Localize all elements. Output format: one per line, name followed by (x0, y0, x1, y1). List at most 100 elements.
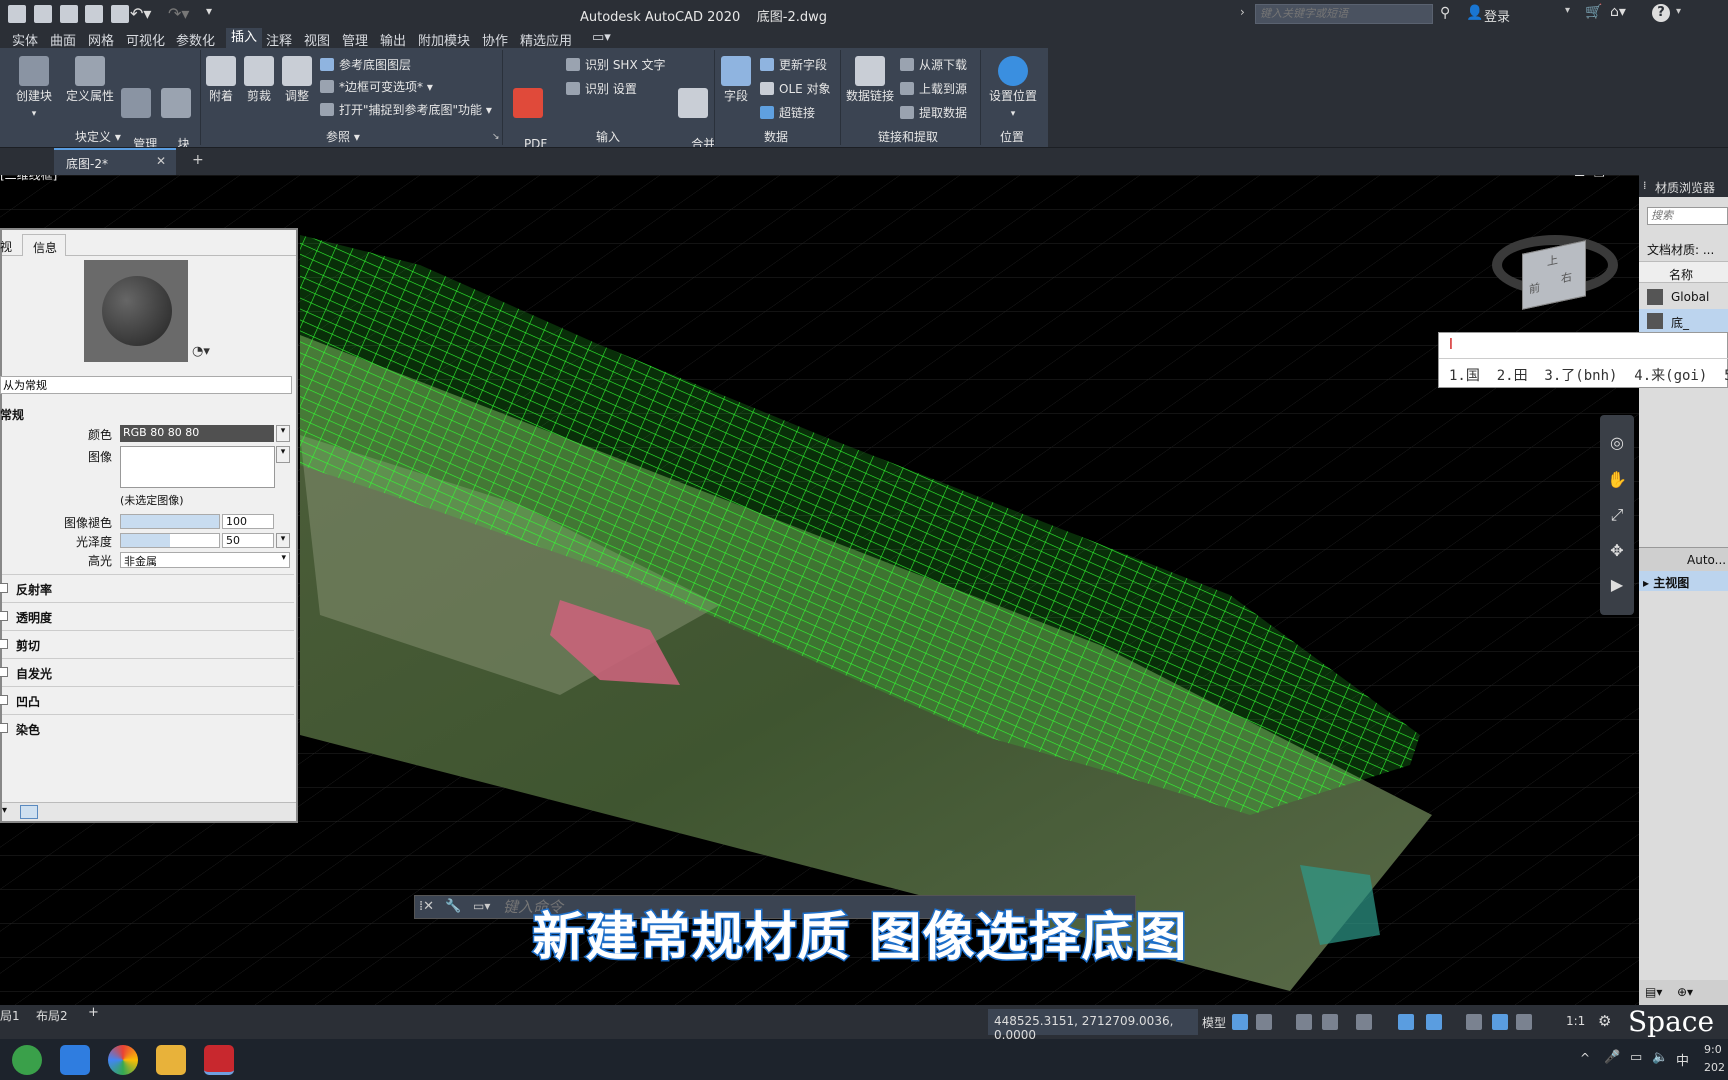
dialog-launcher-icon[interactable]: ↘ (492, 132, 500, 142)
coordinates-readout[interactable]: 448525.3151, 2712709.0036, 0.0000 (988, 1009, 1198, 1042)
checkbox[interactable] (0, 611, 8, 621)
underlay-layers-button[interactable]: 参考底图图层 (320, 56, 411, 73)
new-tab-icon[interactable]: + (192, 152, 204, 168)
gloss-value[interactable]: 50 (222, 533, 274, 548)
mic-icon[interactable]: 🎤 (1604, 1050, 1620, 1065)
ribbon-tab-6[interactable]: 注释 (266, 30, 292, 49)
cart-icon[interactable]: 🛒 (1585, 4, 1602, 20)
ribbon-tab-11[interactable]: 协作 (482, 30, 508, 49)
auto-scale-icon[interactable] (1516, 1014, 1532, 1030)
checkbox[interactable] (0, 639, 8, 649)
autodesk-a360-icon[interactable]: ⌂▾ (1610, 4, 1626, 20)
wrench-icon[interactable]: 🔧 (445, 899, 461, 914)
annotation-scale[interactable]: 1:1 (1566, 1014, 1585, 1028)
ribbon-tab-10[interactable]: 附加模块 (418, 30, 470, 49)
zoom-extents-icon[interactable]: ⤢ (1602, 505, 1632, 529)
document-materials-dropdown[interactable]: 文档材质: ... (1647, 241, 1714, 258)
set-location-button[interactable]: 设置位置 ▾ (984, 56, 1042, 122)
pan-icon[interactable]: ✋ (1602, 470, 1632, 494)
search-input[interactable] (1255, 4, 1433, 24)
download-source-button[interactable]: 从源下载 (900, 56, 967, 73)
binoculars-icon[interactable]: ⚲ (1440, 5, 1450, 21)
preview-options-icon[interactable]: ◔▾ (192, 344, 210, 359)
volume-icon[interactable]: 🔈 (1652, 1050, 1668, 1065)
reference-panel-label[interactable]: 参照 ▾ (326, 128, 360, 145)
undo-icon[interactable]: ↶▾ (130, 4, 151, 23)
tray-chevron-icon[interactable]: ^ (1580, 1051, 1590, 1065)
ribbon-tab-1[interactable]: 曲面 (50, 30, 76, 49)
command-history-icon[interactable]: ▭▾ (473, 899, 490, 913)
object-snap-tracking-icon[interactable] (1398, 1014, 1414, 1030)
material-options-icon[interactable]: ⊕▾ (1677, 985, 1693, 999)
add-layout-icon[interactable]: + (88, 1005, 99, 1020)
network-icon[interactable]: ▭ (1630, 1050, 1642, 1065)
tray-time[interactable]: 9:0 (1704, 1043, 1722, 1056)
polar-tracking-icon[interactable] (1322, 1014, 1338, 1030)
material-list-header[interactable]: 名称 (1639, 261, 1728, 283)
section-tint[interactable]: 染色 (0, 714, 294, 742)
recognize-shx-button[interactable]: 识别 SHX 文字 (566, 56, 666, 73)
create-block-button[interactable]: 创建块 ▾ (12, 56, 56, 122)
attach-button[interactable]: 附着 (204, 56, 238, 104)
checkbox[interactable] (0, 583, 8, 593)
close-icon[interactable]: ✕ (156, 154, 166, 168)
extract-data-button[interactable]: 提取数据 (900, 104, 967, 121)
user-icon[interactable]: 👤 (1466, 5, 1483, 21)
home-tree-item[interactable]: ▸ 主视图 (1639, 571, 1728, 591)
create-material-icon[interactable]: ▤▾ (1645, 985, 1662, 999)
material-name-field[interactable] (0, 376, 292, 394)
help-icon[interactable]: ? (1652, 4, 1670, 22)
snap-mode-icon[interactable] (1256, 1014, 1272, 1030)
orbit-icon[interactable]: ✥ (1602, 541, 1632, 565)
frame-variable-dropdown[interactable]: *边框可变选项* ▾ (320, 78, 433, 95)
app-blue-icon[interactable] (60, 1045, 90, 1075)
chevron-right-icon[interactable]: › (1240, 5, 1245, 19)
gloss-dropdown-icon[interactable]: ▾ (276, 533, 290, 548)
snap-underlay-dropdown[interactable]: 打开"捕捉到参考底图"功能 ▾ (320, 101, 492, 118)
showmotion-icon[interactable]: ▶ (1602, 575, 1632, 599)
save-icon[interactable] (33, 5, 52, 23)
material-browser-toggle-icon[interactable] (20, 805, 38, 819)
file-explorer-icon[interactable] (156, 1045, 186, 1075)
checkbox[interactable] (0, 695, 8, 705)
color-dropdown-icon[interactable]: ▾ (276, 425, 290, 442)
image-fade-slider[interactable] (120, 514, 220, 529)
ribbon-tab-5[interactable]: 插入 (226, 28, 263, 48)
ribbon-tab-9[interactable]: 输出 (380, 30, 406, 49)
upload-source-button[interactable]: 上载到源 (900, 80, 967, 97)
ribbon-tab-0[interactable]: 实体 (12, 30, 38, 49)
app-green-icon[interactable] (12, 1045, 42, 1075)
ribbon-tab-4[interactable]: 参数化 (176, 30, 215, 49)
auto-dropdown[interactable]: Auto... (1687, 553, 1726, 567)
ribbon-tab-7[interactable]: 视图 (304, 30, 330, 49)
material-row[interactable]: Global (1639, 285, 1728, 309)
section-generic[interactable]: 常规 (0, 406, 24, 423)
gear-icon[interactable]: ⚙ (1598, 1012, 1611, 1030)
highlight-select[interactable]: 非金属 ▾ (120, 552, 290, 568)
lineweight-icon[interactable] (1466, 1014, 1482, 1030)
image-fade-value[interactable]: 100 (222, 514, 274, 529)
recognize-settings-button[interactable]: 识别 设置 (566, 80, 637, 97)
material-preview[interactable] (84, 260, 188, 362)
color-field[interactable]: RGB 80 80 80 (120, 425, 274, 442)
block-define-panel-label[interactable]: 块定义 ▾ (75, 128, 121, 145)
customize-qat-icon[interactable]: ▾ (206, 4, 212, 18)
tab-layout2[interactable]: 布局2 (36, 1007, 68, 1024)
clip-button[interactable]: 剪裁 (242, 56, 276, 104)
tray-date[interactable]: 202 (1704, 1061, 1725, 1074)
update-field-button[interactable]: 更新字段 (760, 56, 827, 73)
export-icon[interactable] (85, 5, 104, 23)
new-icon[interactable] (8, 5, 26, 23)
checkbox[interactable] (0, 667, 8, 677)
file-tab[interactable]: 底图-2* ✕ (54, 148, 176, 175)
steering-wheel-icon[interactable]: ◎ (1602, 433, 1632, 457)
viewport-close-icon[interactable]: ✕ (1614, 175, 1626, 180)
material-row-selected[interactable]: 底_ (1639, 309, 1728, 333)
section-reflectivity[interactable]: 反射率 (0, 574, 294, 602)
video-toggle-icon[interactable]: ▭▾ (592, 30, 611, 45)
grid-icon[interactable] (1232, 1014, 1248, 1030)
object-snap-icon[interactable] (1426, 1014, 1442, 1030)
material-search-input[interactable] (1647, 207, 1728, 225)
login-button[interactable]: 登录 (1484, 6, 1510, 25)
gloss-slider[interactable] (120, 533, 220, 548)
